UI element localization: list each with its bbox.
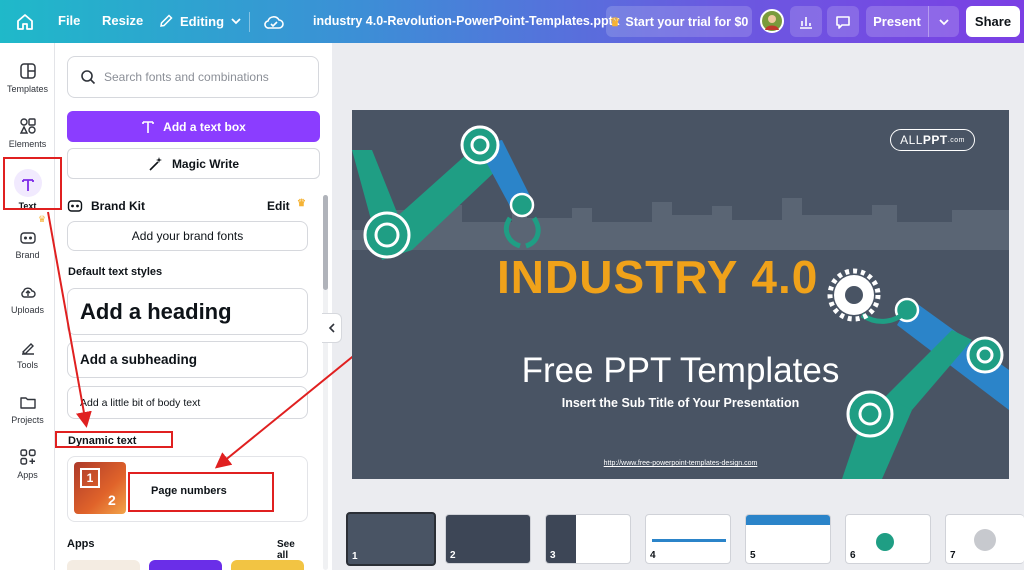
- slide-title[interactable]: Free PPT Templates: [352, 351, 1009, 391]
- page-thumbnail-number: 2: [450, 550, 456, 561]
- slide-logo: ALL PPT .com: [890, 129, 975, 151]
- page-thumbnail-number: 1: [352, 551, 358, 562]
- page-thumbnail-number: 5: [750, 550, 756, 561]
- logo-strong: PPT: [922, 133, 948, 147]
- slide-headline[interactable]: INDUSTRY 4.0: [497, 250, 818, 304]
- page-thumbnail-2[interactable]: 2: [445, 514, 531, 564]
- page-thumbnail-number: 7: [950, 550, 956, 561]
- page-thumbnail-1[interactable]: 1: [346, 512, 436, 566]
- page-thumbnail-6[interactable]: 6: [845, 514, 931, 564]
- page-thumbnail-7[interactable]: 7: [945, 514, 1024, 564]
- page-thumbnail-4[interactable]: 4: [645, 514, 731, 564]
- canva-editor: File Resize Editing industry 4.0-Revolut…: [0, 0, 1024, 570]
- page-thumbnail-number: 4: [650, 550, 656, 561]
- page-thumbnail-3[interactable]: 3: [545, 514, 631, 564]
- logo-suffix: .com: [947, 136, 965, 144]
- slide-url[interactable]: http://www.free-powerpoint-templates-des…: [352, 460, 1009, 467]
- slide-subtitle[interactable]: Insert the Sub Title of Your Presentatio…: [352, 396, 1009, 410]
- thumbnail-art: [974, 529, 996, 551]
- logo-prefix: ALL: [900, 133, 923, 147]
- thumbnail-art: [746, 515, 830, 525]
- page-thumbnail-5[interactable]: 5: [745, 514, 831, 564]
- page-thumbnail-number: 6: [850, 550, 856, 561]
- thumbnail-art: [876, 533, 894, 551]
- thumbnail-art: [652, 539, 726, 542]
- page-thumbnail-number: 3: [550, 550, 556, 561]
- page-thumbnails-strip: 1 2 3 4 5 6 7: [343, 510, 1024, 570]
- slide-canvas[interactable]: ALL PPT .com INDUSTRY 4.0 Free PPT Templat…: [352, 110, 1009, 479]
